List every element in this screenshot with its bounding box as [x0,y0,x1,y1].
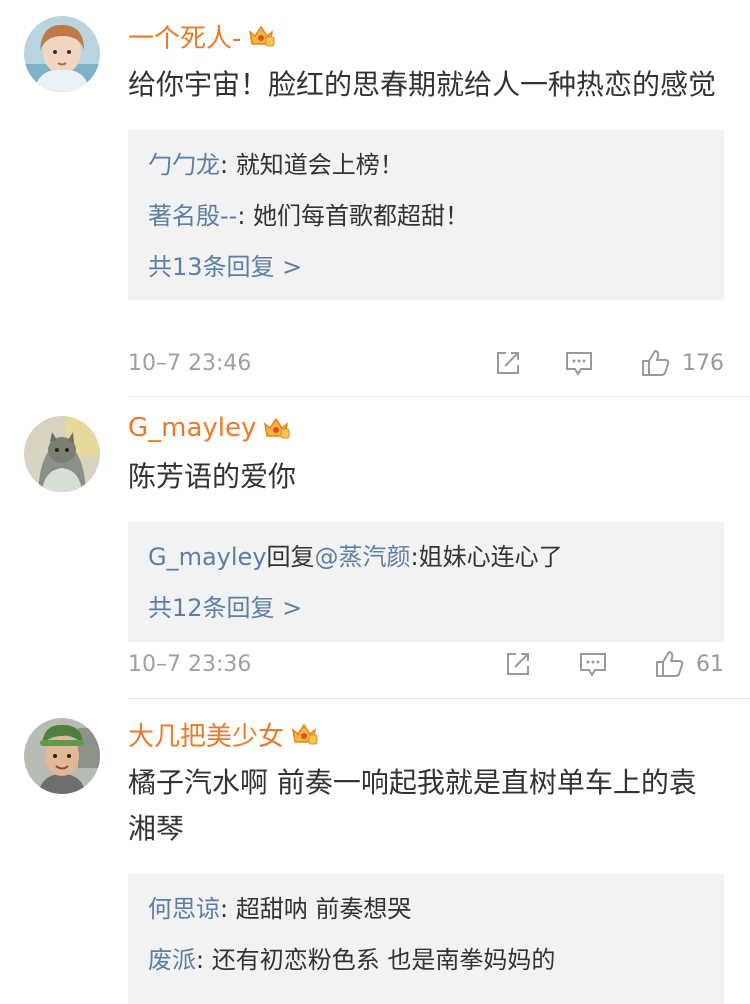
like-button[interactable]: 61 [654,649,724,679]
more-replies-link[interactable]: 共12条回复 > [148,583,704,634]
comment-icon [566,352,592,376]
comment-button[interactable] [578,650,608,678]
reply-text: 她们每首歌都超甜！ [253,202,470,230]
repost-icon [507,653,529,675]
reply-line[interactable]: 何思谅: 超甜呐 前奏想哭 [148,884,704,935]
comment-text: 橘子汽水啊 前奏一响起我就是直树单车上的袁湘琴 [128,766,697,845]
repost-icon [497,352,519,374]
reply-verb: 回复 [266,543,315,571]
avatar[interactable] [24,718,100,794]
username[interactable]: 一个死人- [128,18,241,55]
avatar[interactable] [24,416,100,492]
reply-text: 姐妹心连心了 [418,543,563,571]
timestamp: 10–7 23:46 [128,350,252,376]
divider [128,698,750,699]
reply-user[interactable]: 勹勹龙 [148,151,220,179]
reply-box[interactable]: G_mayley回复@蒸汽颜:姐妹心连心了 共12条回复 > [128,522,724,642]
username[interactable]: 大几把美少女 [128,716,284,753]
reply-user[interactable]: G_mayley [148,543,267,571]
reply-user[interactable]: 废派 [148,946,196,974]
comment-text: 给你宇宙！脸红的思春期就给人一种热恋的感觉 [128,68,717,101]
reply-text: 超甜呐 前奏想哭 [235,895,412,923]
reply-box[interactable]: 勹勹龙: 就知道会上榜！ 著名殷--: 她们每首歌都超甜！ 共13条回复 > [128,130,724,300]
repost-button[interactable] [494,349,522,377]
reply-line[interactable]: 勹勹龙: 就知道会上榜！ [148,140,704,191]
like-icon [642,350,670,376]
reply-separator: : [410,543,419,571]
comment-text: 陈芳语的爱你 [128,460,297,493]
avatar[interactable] [24,16,100,92]
vip-crown-icon [247,23,275,49]
reply-separator: : [237,202,254,230]
username[interactable]: G_mayley [128,413,256,443]
like-count: 176 [682,350,724,376]
reply-text: 还有初恋粉色系 也是南拳妈妈的 [211,946,556,974]
vip-crown-icon [262,415,290,441]
reply-user[interactable]: 何思谅 [148,895,220,923]
reply-separator: : [196,946,212,974]
like-button[interactable]: 176 [640,348,724,378]
like-count: 61 [696,651,724,677]
divider [128,396,750,397]
comment-icon [580,653,606,677]
reply-separator: : [220,151,236,179]
vip-crown-icon [290,721,318,747]
comment-button[interactable] [564,349,594,377]
reply-separator: : [220,895,236,923]
repost-button[interactable] [504,650,532,678]
like-icon [656,651,684,677]
more-replies-link[interactable]: 共13条回复 > [148,242,704,293]
reply-line[interactable]: 废派: 还有初恋粉色系 也是南拳妈妈的 [148,935,704,986]
timestamp: 10–7 23:36 [128,651,252,677]
reply-user[interactable]: 著名殷-- [148,202,237,230]
reply-text: 就知道会上榜！ [235,151,404,179]
reply-box[interactable]: 何思谅: 超甜呐 前奏想哭 废派: 还有初恋粉色系 也是南拳妈妈的 [128,874,724,1004]
reply-line[interactable]: G_mayley回复@蒸汽颜:姐妹心连心了 [148,532,704,583]
reply-line[interactable]: 著名殷--: 她们每首歌都超甜！ [148,191,704,242]
reply-mention[interactable]: @蒸汽颜 [315,543,411,571]
